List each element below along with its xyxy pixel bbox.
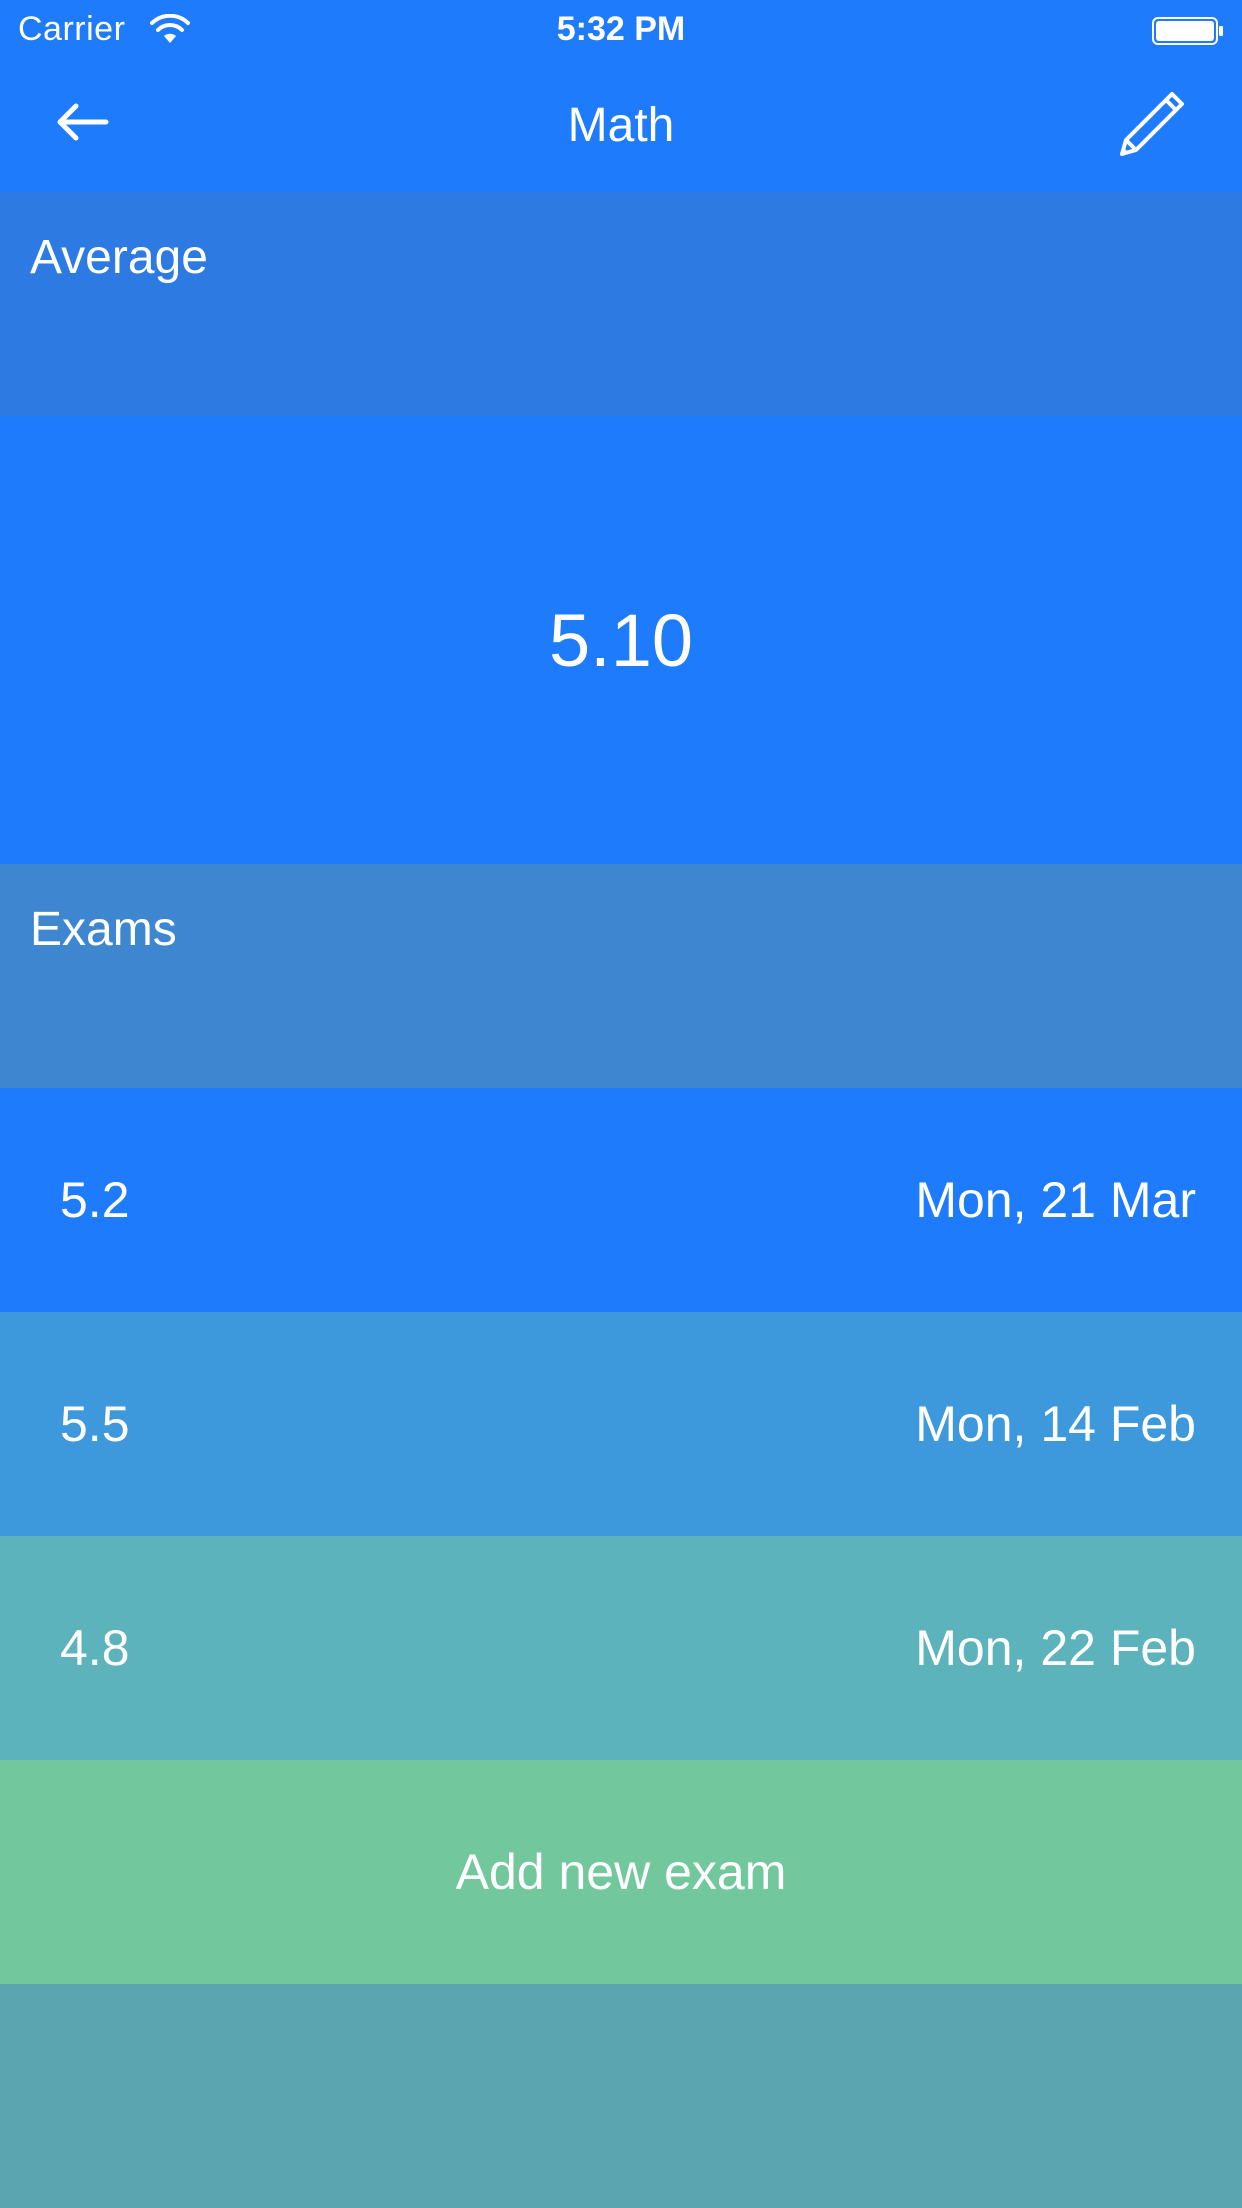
nav-bar: Math bbox=[0, 62, 1242, 192]
exam-row[interactable]: 5.2 Mon, 21 Mar bbox=[0, 1088, 1242, 1312]
exams-header-label: Exams bbox=[30, 903, 177, 956]
average-value-panel: 5.10 bbox=[0, 416, 1242, 864]
page-title: Math bbox=[567, 99, 675, 152]
exam-grade: 5.5 bbox=[60, 1396, 130, 1452]
status-time: 5:32 PM bbox=[556, 10, 686, 48]
add-exam-button[interactable]: Add new exam bbox=[0, 1760, 1242, 1984]
average-value: 5.10 bbox=[548, 598, 694, 682]
exam-date: Mon, 21 Mar bbox=[915, 1172, 1196, 1228]
status-bar: Carrier 5:32 PM bbox=[0, 0, 1242, 62]
exam-date: Mon, 14 Feb bbox=[915, 1396, 1196, 1452]
exam-date: Mon, 22 Feb bbox=[915, 1620, 1196, 1676]
pencil-icon bbox=[1120, 92, 1184, 156]
exam-grade: 4.8 bbox=[60, 1620, 130, 1676]
footer-area bbox=[0, 1984, 1242, 2208]
exam-grade: 5.2 bbox=[60, 1172, 130, 1228]
average-header-label: Average bbox=[30, 231, 208, 284]
exam-row[interactable]: 4.8 Mon, 22 Feb bbox=[0, 1536, 1242, 1760]
edit-button[interactable] bbox=[1112, 84, 1192, 164]
exam-row[interactable]: 5.5 Mon, 14 Feb bbox=[0, 1312, 1242, 1536]
average-section-header: Average bbox=[0, 192, 1242, 416]
battery-icon bbox=[1152, 17, 1223, 45]
exams-section-header: Exams bbox=[0, 864, 1242, 1088]
